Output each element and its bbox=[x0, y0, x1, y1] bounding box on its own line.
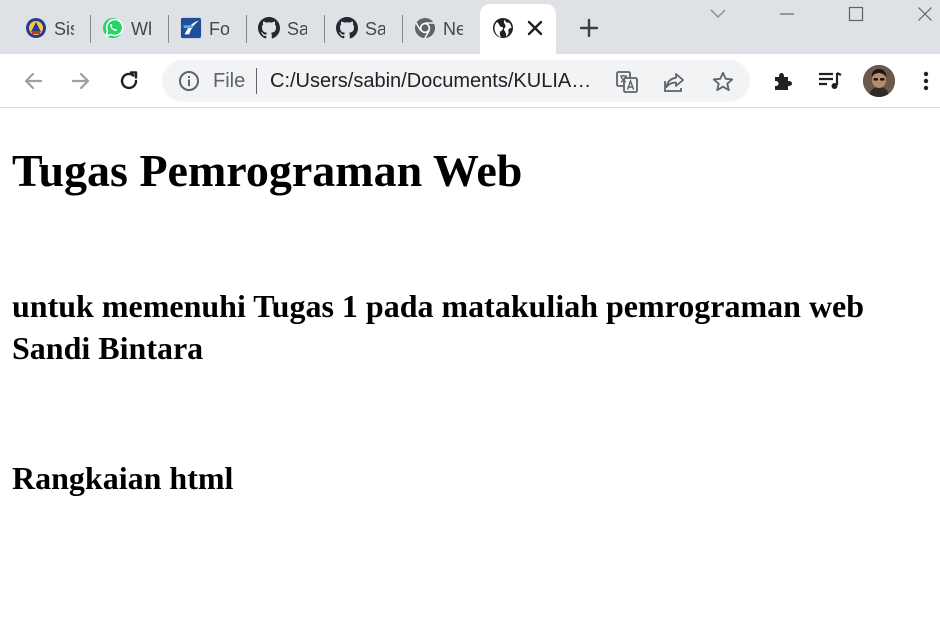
chrome-icon bbox=[414, 17, 436, 39]
tab-title: Sis bbox=[54, 19, 74, 39]
whatsapp-icon bbox=[102, 17, 124, 39]
close-tab-icon[interactable] bbox=[524, 17, 546, 39]
chevron-down-icon bbox=[710, 9, 726, 18]
menu-button[interactable] bbox=[910, 65, 940, 97]
page-subheading: untuk memenuhi Tugas 1 pada matakuliah p… bbox=[12, 288, 865, 366]
extensions-button[interactable] bbox=[767, 65, 799, 97]
tab-title: WhatsApp bbox=[131, 19, 151, 39]
tab-title: New Tab bbox=[443, 19, 463, 39]
playlist-music-icon bbox=[819, 72, 842, 89]
university-seal-icon bbox=[25, 17, 47, 39]
puzzle-icon bbox=[775, 73, 792, 90]
close-window-button[interactable] bbox=[910, 2, 940, 26]
reload-icon bbox=[120, 71, 138, 90]
url-text[interactable]: C:/Users/sabin/Documents/KULIAH/Tugas 1.… bbox=[270, 70, 600, 92]
address-divider bbox=[256, 68, 257, 94]
plus-icon bbox=[579, 18, 599, 38]
media-control-button[interactable] bbox=[814, 65, 846, 97]
forward-button[interactable] bbox=[65, 65, 97, 97]
tab-title: Forum bbox=[209, 19, 229, 39]
more-vert-icon bbox=[923, 71, 929, 91]
tab-github-2[interactable]: Sa bbox=[325, 8, 403, 48]
reload-button[interactable] bbox=[113, 65, 145, 97]
tab-sis[interactable]: Sis bbox=[14, 8, 90, 48]
tab-new-tab[interactable]: New Tab bbox=[403, 8, 479, 48]
github-icon bbox=[336, 17, 358, 39]
info-icon[interactable] bbox=[178, 70, 200, 92]
tab-whatsapp[interactable]: WhatsApp bbox=[91, 8, 169, 48]
profile-avatar[interactable] bbox=[863, 65, 895, 97]
github-icon bbox=[258, 17, 280, 39]
new-tab-button[interactable] bbox=[576, 15, 602, 41]
browser-toolbar: File C:/Users/sabin/Documents/KULIAH/Tug… bbox=[0, 54, 940, 108]
globe-icon bbox=[492, 17, 514, 39]
section-heading: Rangkaian html bbox=[12, 460, 234, 496]
close-icon bbox=[918, 7, 932, 21]
maximize-button[interactable] bbox=[841, 2, 871, 26]
url-scheme-label: File bbox=[213, 70, 246, 92]
minimize-button[interactable] bbox=[772, 2, 802, 26]
tab-github-1[interactable]: Sa bbox=[247, 8, 325, 48]
page-heading: Tugas Pemrograman Web bbox=[12, 145, 523, 196]
bookmark-star-icon[interactable] bbox=[710, 69, 736, 95]
tab-active[interactable] bbox=[480, 4, 556, 54]
tab-title: Sa bbox=[365, 19, 385, 39]
avatar-photo bbox=[863, 65, 895, 97]
share-icon[interactable] bbox=[661, 69, 687, 95]
tab-search-button[interactable] bbox=[703, 2, 733, 26]
forum-icon bbox=[180, 17, 202, 39]
tab-strip: Sis WhatsApp Forum bbox=[0, 0, 940, 54]
translate-icon[interactable] bbox=[614, 69, 640, 95]
address-bar[interactable]: File C:/Users/sabin/Documents/KULIAH/Tug… bbox=[162, 60, 750, 102]
back-button[interactable] bbox=[17, 65, 49, 97]
minimize-icon bbox=[780, 13, 794, 15]
page-content: Tugas Pemrograman Web untuk memenuhi Tug… bbox=[0, 109, 940, 622]
arrow-right-icon bbox=[71, 72, 90, 90]
tab-forum[interactable]: Forum bbox=[169, 8, 247, 48]
arrow-left-icon bbox=[24, 72, 43, 90]
tab-title: Sa bbox=[287, 19, 307, 39]
maximize-icon bbox=[848, 6, 864, 22]
